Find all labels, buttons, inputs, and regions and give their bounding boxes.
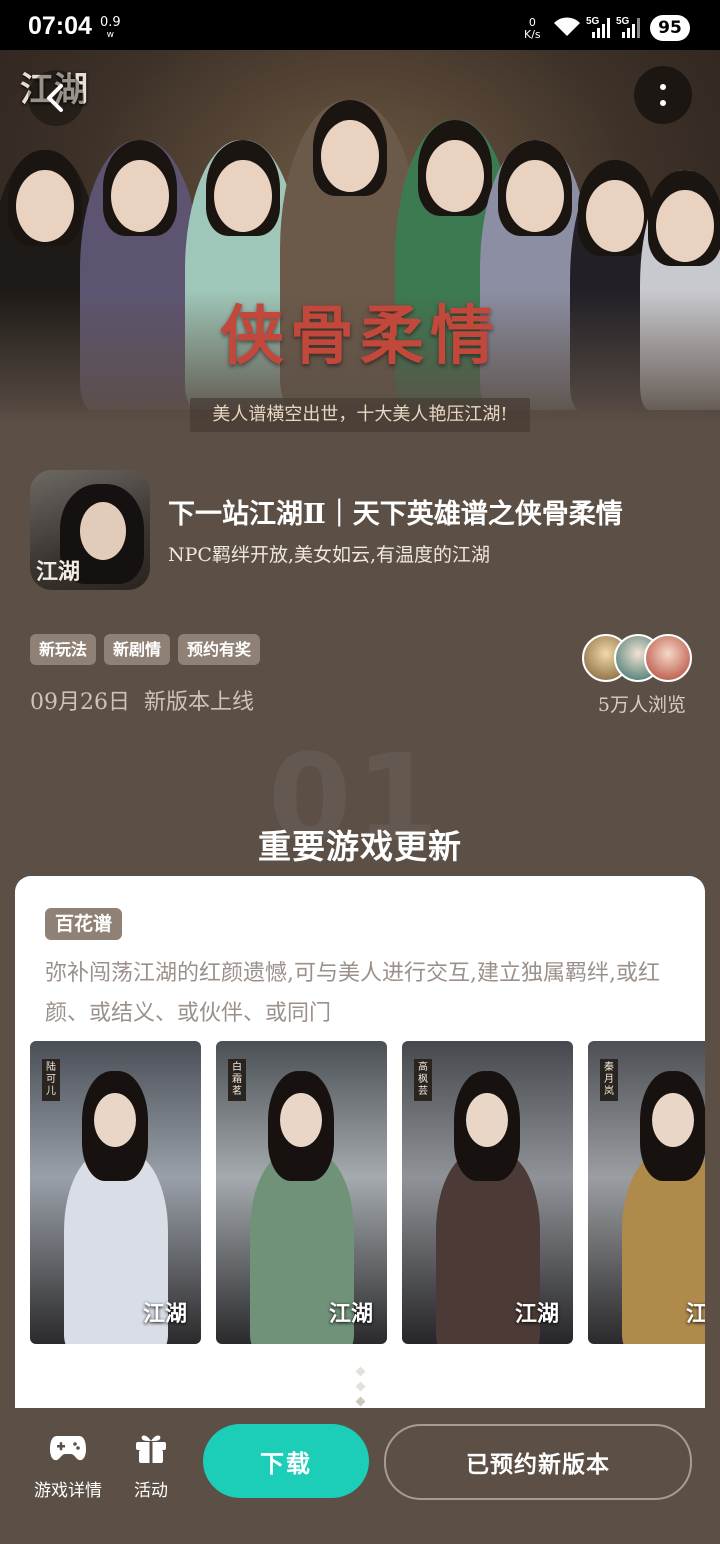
network-type-label: 5G bbox=[616, 16, 630, 27]
card-description: 弥补闯荡江湖的红颜遗憾,可与美人进行交互,建立独属羁绊,或红颜、或结义、或伙伴、… bbox=[45, 961, 660, 1026]
status-time: 07:04 bbox=[28, 12, 92, 40]
status-data-speed-unit: w bbox=[106, 30, 115, 40]
character-gallery[interactable]: 陆可儿 江湖 白霜茗 江湖 高枫芸 江湖 秦月岚 江湖 bbox=[30, 1041, 705, 1345]
back-button[interactable] bbox=[28, 70, 84, 126]
update-card: 百花谱 弥补闯荡江湖的红颜遗憾,可与美人进行交互,建立独属羁绊,或红颜、或结义、… bbox=[15, 876, 705, 1436]
tag: 新剧情 bbox=[104, 634, 171, 665]
character-name: 白霜茗 bbox=[228, 1059, 246, 1101]
release-info: 09月26日 新版本上线 bbox=[30, 684, 254, 716]
more-options-button[interactable] bbox=[634, 66, 692, 124]
game-details-tab[interactable]: 游戏详情 bbox=[28, 1430, 108, 1501]
game-title: 下一站江湖Ⅱ｜天下英雄谱之侠骨柔情 bbox=[168, 499, 623, 530]
pagination-dots bbox=[355, 1366, 365, 1413]
pagination-dot bbox=[355, 1381, 365, 1392]
status-net-speed: 0 K/s bbox=[524, 17, 541, 41]
activity-label: 活动 bbox=[134, 1481, 168, 1501]
app-icon: 江湖 bbox=[30, 470, 150, 590]
reserved-new-version-button[interactable]: 已预约新版本 bbox=[384, 1424, 692, 1500]
status-net-speed-unit: K/s bbox=[524, 28, 541, 41]
character-logo: 江湖 bbox=[685, 1301, 705, 1327]
status-data-speed-value: 0.9 bbox=[100, 15, 121, 30]
signal-icon: 5G bbox=[616, 14, 644, 44]
network-type-label: 5G bbox=[586, 16, 600, 27]
wifi-icon bbox=[554, 17, 580, 36]
hero-subtitle: 美人谱横空出世，十大美人艳压江湖! bbox=[190, 398, 530, 432]
release-note: 新版本上线 bbox=[144, 690, 255, 715]
gift-icon bbox=[136, 1435, 166, 1463]
character-name: 陆可儿 bbox=[42, 1059, 60, 1101]
more-vertical-icon bbox=[660, 84, 666, 106]
pagination-dot bbox=[355, 1396, 365, 1407]
view-count: 5万人浏览 bbox=[597, 694, 686, 716]
tag: 新玩法 bbox=[30, 634, 97, 665]
download-button[interactable]: 下载 bbox=[203, 1424, 369, 1498]
status-data-speed: 0.9 w bbox=[100, 16, 121, 42]
character-card[interactable]: 高枫芸 江湖 bbox=[402, 1041, 573, 1344]
tag: 预约有奖 bbox=[178, 634, 261, 665]
signal-icon: 5G bbox=[586, 14, 614, 44]
character-logo: 江湖 bbox=[142, 1301, 187, 1327]
character-card[interactable]: 秦月岚 江湖 bbox=[588, 1041, 705, 1344]
game-details-label: 游戏详情 bbox=[34, 1481, 102, 1501]
battery-indicator: 95 bbox=[650, 15, 690, 41]
gamepad-icon bbox=[50, 1436, 86, 1461]
character-card[interactable]: 白霜茗 江湖 bbox=[216, 1041, 387, 1344]
character-name: 秦月岚 bbox=[600, 1059, 618, 1101]
release-date: 09月26日 bbox=[30, 690, 130, 715]
character-logo: 江湖 bbox=[514, 1301, 559, 1327]
section-title: 重要游戏更新 bbox=[258, 827, 462, 866]
character-logo: 江湖 bbox=[328, 1301, 373, 1327]
pagination-dot bbox=[355, 1366, 365, 1377]
app-icon-logo: 江湖 bbox=[36, 559, 81, 585]
character-card[interactable]: 陆可儿 江湖 bbox=[30, 1041, 201, 1344]
avatar bbox=[644, 634, 692, 682]
game-subtitle: NPC羁绊开放,美女如云,有温度的江湖 bbox=[168, 544, 491, 566]
character-name: 高枫芸 bbox=[414, 1059, 432, 1101]
chevron-left-icon bbox=[47, 84, 63, 112]
viewer-avatars bbox=[582, 634, 692, 684]
activity-tab[interactable]: 活动 bbox=[118, 1430, 184, 1501]
tag-list: 新玩法 新剧情 预约有奖 bbox=[30, 634, 261, 665]
hero-title: 侠骨柔情 bbox=[220, 299, 500, 374]
card-badge: 百花谱 bbox=[45, 908, 123, 940]
